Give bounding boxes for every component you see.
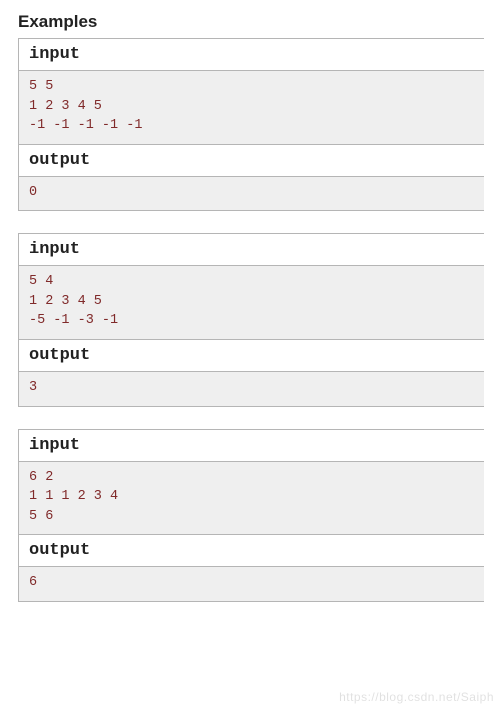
output-content: 3 bbox=[19, 372, 484, 406]
input-content: 5 5 1 2 3 4 5 -1 -1 -1 -1 -1 bbox=[19, 71, 484, 144]
input-box: input 5 5 1 2 3 4 5 -1 -1 -1 -1 -1 bbox=[18, 38, 484, 145]
input-header: input bbox=[19, 430, 484, 462]
watermark-text: https://blog.csdn.net/Saiph bbox=[339, 690, 494, 704]
output-header: output bbox=[19, 145, 484, 177]
example-block: input 6 2 1 1 1 2 3 4 5 6 output 6 bbox=[18, 429, 484, 602]
output-box: output 0 bbox=[18, 144, 484, 212]
output-box: output 6 bbox=[18, 534, 484, 602]
input-header: input bbox=[19, 234, 484, 266]
example-block: input 5 5 1 2 3 4 5 -1 -1 -1 -1 -1 outpu… bbox=[18, 38, 484, 211]
output-header: output bbox=[19, 535, 484, 567]
output-content: 6 bbox=[19, 567, 484, 601]
input-box: input 5 4 1 2 3 4 5 -5 -1 -3 -1 bbox=[18, 233, 484, 340]
input-box: input 6 2 1 1 1 2 3 4 5 6 bbox=[18, 429, 484, 536]
section-title: Examples bbox=[18, 12, 484, 32]
examples-section: Examples input 5 5 1 2 3 4 5 -1 -1 -1 -1… bbox=[0, 0, 484, 602]
input-content: 5 4 1 2 3 4 5 -5 -1 -3 -1 bbox=[19, 266, 484, 339]
output-content: 0 bbox=[19, 177, 484, 211]
input-header: input bbox=[19, 39, 484, 71]
output-box: output 3 bbox=[18, 339, 484, 407]
example-block: input 5 4 1 2 3 4 5 -5 -1 -3 -1 output 3 bbox=[18, 233, 484, 406]
input-content: 6 2 1 1 1 2 3 4 5 6 bbox=[19, 462, 484, 535]
output-header: output bbox=[19, 340, 484, 372]
